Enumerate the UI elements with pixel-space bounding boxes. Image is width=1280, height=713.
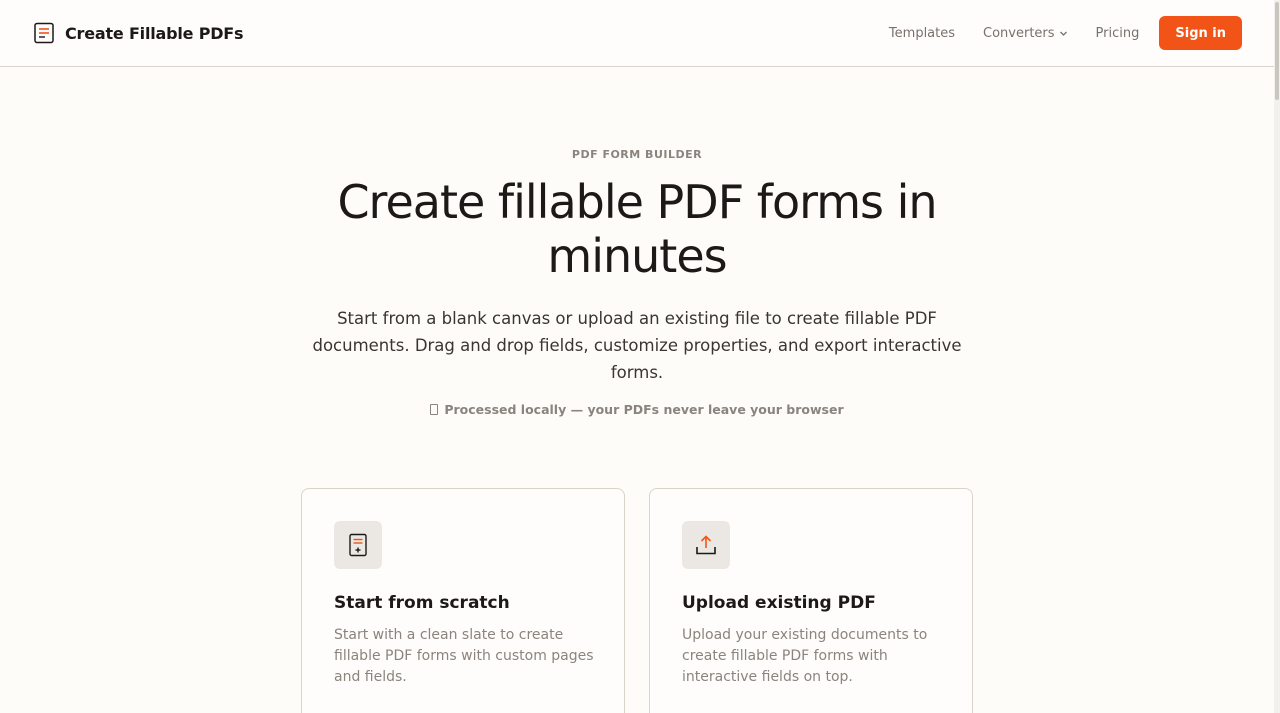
card-icon-container — [334, 521, 382, 569]
start-from-scratch-card[interactable]: Start from scratch Start with a clean sl… — [301, 488, 625, 713]
brand-name: Create Fillable PDFs — [65, 23, 244, 43]
nav-pricing-link[interactable]: Pricing — [1096, 26, 1140, 41]
document-plus-icon — [349, 533, 367, 557]
main-nav: Templates Converters Pricing Sign in — [889, 16, 1242, 50]
privacy-note: Processed locally — your PDFs never leav… — [0, 402, 1274, 417]
card-description: Start with a clean slate to create filla… — [334, 627, 594, 685]
hero-subtitle: Start from a blank canvas or upload an e… — [312, 309, 962, 382]
card-title: Start from scratch — [334, 593, 510, 613]
scrollbar-thumb[interactable] — [1275, 2, 1279, 100]
document-icon — [34, 22, 54, 44]
nav-templates-link[interactable]: Templates — [889, 26, 955, 41]
lock-icon — [430, 404, 439, 415]
page-title: Create fillable PDF forms in minutes — [337, 175, 937, 283]
nav-converters-label: Converters — [983, 25, 1055, 41]
page: Create Fillable PDFs Templates Converter… — [0, 0, 1280, 713]
card-description: Upload your existing documents to create… — [682, 627, 928, 685]
top-navbar: Create Fillable PDFs Templates Converter… — [0, 0, 1274, 67]
nav-converters-dropdown[interactable]: Converters — [983, 26, 1068, 41]
hero-section: PDF FORM BUILDER Create fillable PDF for… — [0, 67, 1274, 417]
brand-link[interactable]: Create Fillable PDFs — [33, 21, 244, 45]
card-title: Upload existing PDF — [682, 593, 876, 613]
privacy-note-text: Processed locally — your PDFs never leav… — [444, 402, 844, 417]
page-scrollbar[interactable] — [1274, 0, 1280, 713]
card-icon-container — [682, 521, 730, 569]
hero-eyebrow: PDF FORM BUILDER — [571, 148, 703, 161]
sign-in-button[interactable]: Sign in — [1159, 16, 1242, 50]
upload-icon — [696, 535, 716, 555]
upload-existing-pdf-card[interactable]: Upload existing PDF Upload your existing… — [649, 488, 973, 713]
action-cards: Start from scratch Start with a clean sl… — [301, 488, 973, 713]
chevron-down-icon — [1059, 31, 1067, 36]
